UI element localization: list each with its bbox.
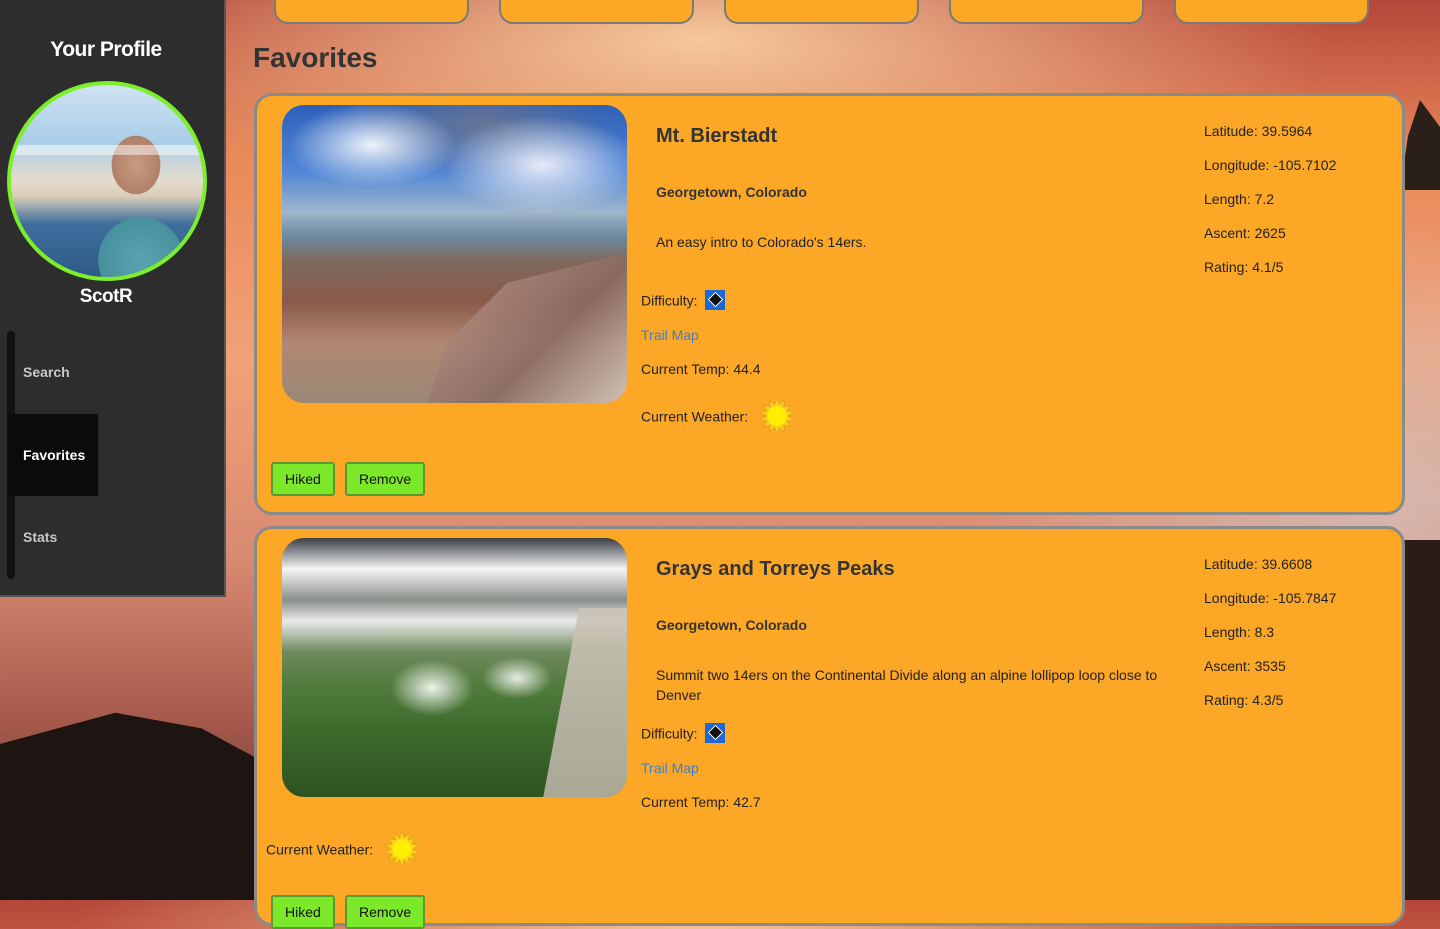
length-label: Length:: [1204, 191, 1251, 207]
difficulty-label: Difficulty:: [641, 292, 698, 309]
profile-title: Your Profile: [50, 38, 162, 61]
trail-name: Grays and Torreys Peaks: [656, 558, 895, 580]
ascent-label: Ascent:: [1204, 658, 1251, 674]
top-card[interactable]: ☆: [1174, 0, 1369, 24]
longitude-value: -105.7102: [1273, 157, 1337, 173]
rating-label: Rating:: [1204, 692, 1249, 708]
weather-label: Current Weather:: [641, 408, 749, 425]
top-card[interactable]: ☆: [499, 0, 694, 24]
latitude-value: 39.5964: [1261, 123, 1313, 139]
trail-location: Georgetown, Colorado: [656, 617, 807, 633]
trail-map-link[interactable]: Trail Map: [641, 760, 699, 776]
ascent-row: Ascent: 2625: [1204, 216, 1336, 250]
rating-row: Rating: 4.1/5: [1204, 250, 1336, 284]
trail-stats: Latitude: 39.6608 Longitude: -105.7847 L…: [1204, 547, 1336, 717]
rating-row: Rating: 4.3/5: [1204, 683, 1336, 717]
top-card[interactable]: ☆: [949, 0, 1144, 24]
latitude-label: Latitude:: [1204, 123, 1258, 139]
favorite-trail-card: Grays and Torreys Peaks Georgetown, Colo…: [254, 526, 1405, 929]
latitude-value: 39.6608: [1261, 556, 1313, 572]
weather-label: Current Weather:: [266, 841, 374, 858]
latitude-label: Latitude:: [1204, 556, 1258, 572]
longitude-row: Longitude: -105.7847: [1204, 581, 1336, 615]
current-temp: Current Temp: 42.7: [641, 794, 761, 810]
rating-value: 4.1/5: [1252, 259, 1284, 275]
rating-value: 4.3/5: [1252, 692, 1284, 708]
trail-photo: [282, 538, 627, 797]
trail-description: An easy intro to Colorado's 14ers.: [656, 234, 867, 250]
hiked-button[interactable]: Hiked: [271, 462, 335, 496]
trail-description: Summit two 14ers on the Continental Divi…: [656, 667, 1158, 703]
favorite-trail-card: Mt. Bierstadt Georgetown, Colorado An ea…: [254, 93, 1405, 515]
longitude-value: -105.7847: [1273, 590, 1337, 606]
ascent-row: Ascent: 3535: [1204, 649, 1336, 683]
trail-map-link[interactable]: Trail Map: [641, 327, 699, 343]
black-diamond-icon: [705, 723, 726, 743]
trail-stats: Latitude: 39.5964 Longitude: -105.7102 L…: [1204, 114, 1336, 284]
ascent-value: 3535: [1254, 658, 1286, 674]
trail-photo: [282, 105, 627, 403]
sun-icon: [383, 830, 421, 868]
length-value: 7.2: [1254, 191, 1275, 207]
profile-sidebar: Your Profile ScotR Search Favorites Stat…: [0, 0, 226, 597]
remove-button[interactable]: Remove: [345, 895, 426, 929]
nav-item-stats[interactable]: Stats: [8, 496, 98, 578]
nav-item-label: Search: [23, 364, 70, 380]
current-weather: Current Weather:: [641, 397, 796, 437]
longitude-row: Longitude: -105.7102: [1204, 148, 1336, 182]
sun-icon: [758, 397, 796, 435]
length-value: 8.3: [1254, 624, 1275, 640]
top-card[interactable]: ☆: [724, 0, 919, 24]
difficulty-row: Difficulty:: [641, 723, 726, 745]
nav-item-search[interactable]: Search: [8, 331, 98, 413]
page-title: Favorites: [253, 42, 378, 73]
remove-button[interactable]: Remove: [345, 462, 426, 496]
top-card[interactable]: ☆: [274, 0, 469, 24]
difficulty-row: Difficulty:: [641, 290, 726, 312]
ascent-label: Ascent:: [1204, 225, 1251, 241]
rating-label: Rating:: [1204, 259, 1249, 275]
trail-name: Mt. Bierstadt: [656, 125, 778, 147]
longitude-label: Longitude:: [1204, 157, 1270, 173]
difficulty-label: Difficulty:: [641, 725, 698, 742]
nav-item-label: Favorites: [23, 447, 86, 463]
profile-username: ScotR: [79, 286, 133, 307]
length-label: Length:: [1204, 624, 1251, 640]
length-row: Length: 8.3: [1204, 615, 1336, 649]
current-weather: Current Weather:: [266, 830, 421, 870]
latitude-row: Latitude: 39.6608: [1204, 547, 1336, 581]
nav-item-favorites[interactable]: Favorites: [8, 414, 98, 496]
temp-value: 42.7: [733, 794, 761, 810]
black-diamond-icon: [705, 290, 726, 310]
temp-label: Current Temp:: [641, 361, 730, 377]
nav-item-label: Stats: [23, 529, 58, 545]
hiked-button[interactable]: Hiked: [271, 895, 335, 929]
length-row: Length: 7.2: [1204, 182, 1336, 216]
temp-value: 44.4: [733, 361, 761, 377]
longitude-label: Longitude:: [1204, 590, 1270, 606]
latitude-row: Latitude: 39.5964: [1204, 114, 1336, 148]
temp-label: Current Temp:: [641, 794, 730, 810]
trail-location: Georgetown, Colorado: [656, 184, 807, 200]
avatar: [7, 81, 207, 281]
ascent-value: 2625: [1254, 225, 1286, 241]
background-tree: [1400, 100, 1440, 190]
current-temp: Current Temp: 44.4: [641, 361, 761, 377]
